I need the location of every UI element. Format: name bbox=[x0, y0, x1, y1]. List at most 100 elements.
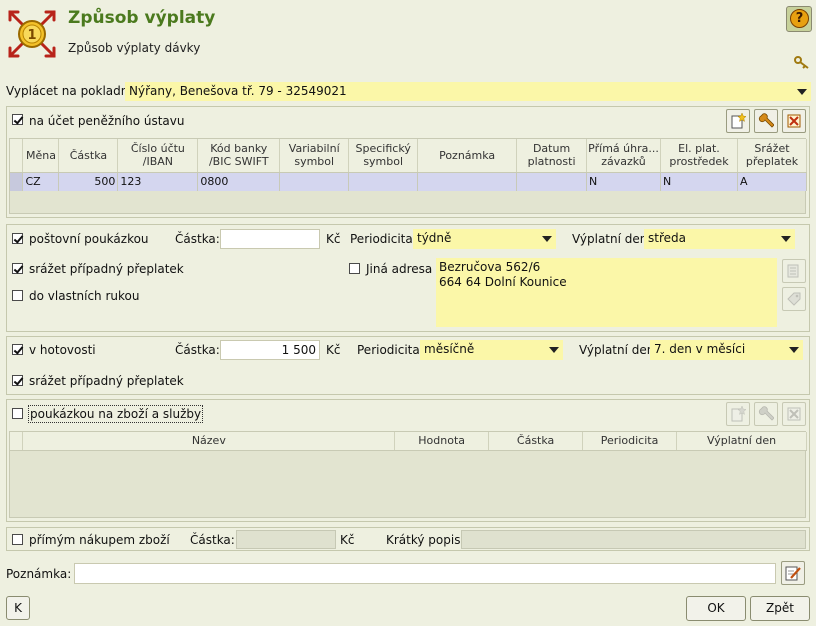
list-icon bbox=[787, 264, 799, 278]
cell-kod-banky: 0800 bbox=[197, 172, 281, 191]
ucet-checkbox[interactable] bbox=[12, 114, 23, 125]
address-tag-button[interactable] bbox=[782, 287, 806, 311]
hotovost-srazet-label: srážet případný přeplatek bbox=[29, 374, 184, 388]
ucet-table-area: Měna Částka Číslo účtu /IBAN Kód banky /… bbox=[9, 138, 808, 214]
adresa-line: 664 64 Dolní Kounice bbox=[439, 275, 567, 289]
delete-icon bbox=[787, 114, 801, 128]
poukazka-table-area: Název Hodnota Částka Periodicita Výplatn… bbox=[9, 431, 807, 518]
nakup-popis-label: Krátký popis: bbox=[386, 533, 465, 547]
hotovost-den-label: Výplatní den: bbox=[579, 343, 659, 357]
hotovost-castka-input[interactable]: 1 500 bbox=[220, 340, 320, 360]
nakup-castka-label: Částka: bbox=[190, 533, 235, 547]
adresa-textarea[interactable]: Bezručova 562/6 664 64 Dolní Kounice bbox=[436, 258, 777, 327]
add-account-button[interactable] bbox=[726, 109, 750, 133]
cell-el-plat: N bbox=[660, 172, 738, 191]
cell-poznamka bbox=[417, 172, 518, 191]
pokladna-select[interactable]: Nýřany, Benešova tř. 79 - 32549021 bbox=[125, 82, 811, 101]
delete-account-button[interactable] bbox=[782, 109, 806, 133]
col-header[interactable]: El. plat. prostředek bbox=[660, 139, 738, 173]
ucet-label: na účet peněžního ústavu bbox=[29, 114, 185, 128]
edit-note-button[interactable] bbox=[781, 561, 805, 585]
col-header[interactable]: Datum platnosti bbox=[516, 139, 588, 173]
cell-mena: CZ bbox=[22, 172, 60, 191]
col-header[interactable]: Číslo účtu /IBAN bbox=[117, 139, 199, 173]
hotovost-currency: Kč bbox=[326, 343, 341, 357]
new-document-icon bbox=[731, 113, 746, 129]
adresa-line: Bezručova 562/6 bbox=[439, 260, 541, 274]
col-header[interactable]: Variabilní symbol bbox=[279, 139, 350, 173]
jina-adresa-label: Jiná adresa bbox=[366, 262, 433, 276]
postovni-periodicita-select[interactable]: týdně bbox=[413, 229, 556, 249]
notepad-pencil-icon bbox=[785, 566, 801, 581]
table-row[interactable]: CZ 500 123 0800 N N A bbox=[10, 172, 808, 191]
nakup-label: přímým nákupem zboží bbox=[29, 533, 170, 547]
delete-voucher-button[interactable] bbox=[782, 402, 806, 426]
col-header[interactable]: Specifický symbol bbox=[348, 139, 419, 173]
cell-datum bbox=[516, 172, 588, 191]
col-header[interactable]: Výplatní den bbox=[676, 432, 807, 451]
chevron-down-icon bbox=[789, 347, 799, 353]
rukou-checkbox[interactable] bbox=[12, 290, 23, 301]
pokladna-value: Nýřany, Benešova tř. 79 - 32549021 bbox=[129, 84, 347, 98]
col-header[interactable]: Částka bbox=[488, 432, 584, 451]
rukou-label: do vlastních rukou bbox=[29, 289, 140, 303]
postovni-periodicita-label: Periodicita: bbox=[350, 232, 417, 246]
col-header[interactable]: Poznámka bbox=[417, 139, 518, 173]
hotovost-periodicita-select[interactable]: měsíčně bbox=[420, 340, 563, 360]
col-header[interactable]: Periodicita bbox=[582, 432, 678, 451]
hotovost-srazet-checkbox[interactable] bbox=[12, 375, 23, 386]
payment-coin-icon: 1 bbox=[8, 10, 56, 58]
hotovost-den-value: 7. den v měsíci bbox=[654, 342, 746, 356]
poukazka-table: Název Hodnota Částka Periodicita Výplatn… bbox=[10, 432, 807, 451]
cell-prima-uhrada: N bbox=[586, 172, 661, 191]
postovni-label: poštovní poukázkou bbox=[29, 232, 149, 246]
ok-button[interactable]: OK bbox=[686, 596, 746, 621]
row-selector-header bbox=[10, 139, 24, 173]
chevron-down-icon bbox=[797, 89, 807, 95]
chevron-down-icon bbox=[542, 236, 552, 242]
add-voucher-button[interactable] bbox=[726, 402, 750, 426]
svg-text:1: 1 bbox=[27, 28, 36, 43]
hotovost-den-select[interactable]: 7. den v měsíci bbox=[650, 340, 803, 360]
poukazka-checkbox[interactable] bbox=[12, 408, 23, 419]
back-button[interactable]: Zpět bbox=[750, 596, 810, 621]
postovni-checkbox[interactable] bbox=[12, 233, 23, 244]
nakup-popis-input[interactable] bbox=[461, 530, 806, 549]
postovni-castka-label: Částka: bbox=[175, 232, 220, 246]
poukazka-label: poukázkou na zboží a služby bbox=[28, 405, 204, 423]
cell-variabilni bbox=[279, 172, 350, 191]
col-header[interactable]: Přímá úhra... závazků bbox=[586, 139, 661, 173]
col-header[interactable]: Srážet přeplatek bbox=[737, 139, 808, 173]
help-button[interactable]: ? bbox=[786, 6, 812, 32]
postovni-castka-input[interactable] bbox=[220, 229, 320, 249]
key-icon[interactable] bbox=[794, 56, 810, 70]
hotovost-checkbox[interactable] bbox=[12, 344, 23, 355]
poznamka-input[interactable] bbox=[74, 563, 776, 584]
jina-adresa-checkbox[interactable] bbox=[349, 263, 360, 274]
nakup-checkbox[interactable] bbox=[12, 534, 23, 545]
nakup-currency: Kč bbox=[340, 533, 355, 547]
hotovost-periodicita-value: měsíčně bbox=[424, 342, 475, 356]
postovni-den-select[interactable]: středa bbox=[644, 229, 795, 249]
hotovost-label: v hotovosti bbox=[29, 343, 96, 357]
col-header[interactable]: Měna bbox=[22, 139, 60, 173]
postovni-srazet-label: srážet případný přeplatek bbox=[29, 262, 184, 276]
row-selector[interactable] bbox=[10, 172, 24, 191]
address-list-button[interactable] bbox=[782, 259, 806, 283]
delete-icon bbox=[787, 407, 801, 421]
tag-icon bbox=[787, 292, 801, 306]
edit-account-button[interactable] bbox=[754, 109, 778, 133]
wrench-icon bbox=[758, 406, 774, 421]
col-header[interactable]: Hodnota bbox=[394, 432, 490, 451]
col-header[interactable]: Název bbox=[22, 432, 396, 451]
cell-specificky bbox=[348, 172, 419, 191]
col-header[interactable]: Kód banky /BIC SWIFT bbox=[197, 139, 281, 173]
nakup-castka-input[interactable] bbox=[236, 530, 336, 549]
edit-voucher-button[interactable] bbox=[754, 402, 778, 426]
chevron-down-icon bbox=[549, 347, 559, 353]
postovni-srazet-checkbox[interactable] bbox=[12, 263, 23, 274]
poznamka-label: Poznámka: bbox=[6, 567, 72, 581]
k-button[interactable]: K bbox=[6, 596, 30, 620]
col-header[interactable]: Částka bbox=[58, 139, 119, 173]
page-title: Způsob výplaty bbox=[68, 8, 216, 28]
